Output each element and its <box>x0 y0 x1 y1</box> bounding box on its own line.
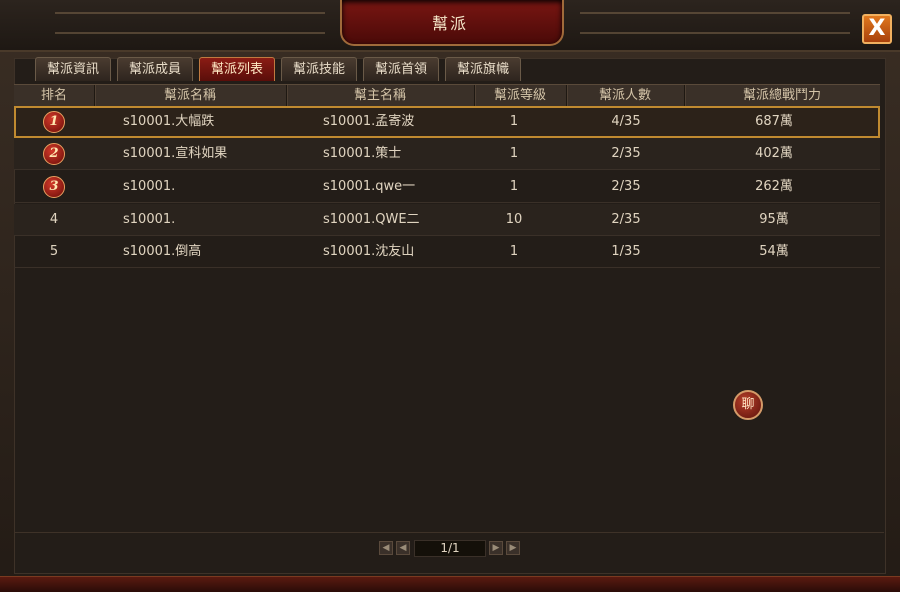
level-cell: 1 <box>509 114 519 129</box>
table-row[interactable]: 4 s10001. s10001.QWE二 10 2/35 95萬 <box>14 204 880 236</box>
rank-cell: 2 <box>39 138 69 169</box>
page-indicator: 1/1 <box>414 540 486 557</box>
guild-window: 幫派 X 幫派資訊 幫派成員 幫派列表 幫派技能 幫派首領 幫派旗幟 排名 幫派… <box>0 0 900 592</box>
rank-cell: 5 <box>49 244 59 259</box>
guild-name-cell: s10001.倒高 <box>123 244 202 259</box>
rank-badge: 2 <box>43 143 65 165</box>
game-hotbar <box>0 576 900 592</box>
power-cell: 54萬 <box>759 244 789 259</box>
column-header-level[interactable]: 幫派等級 <box>474 85 567 107</box>
level-cell: 1 <box>509 146 519 161</box>
level-cell: 1 <box>509 244 519 259</box>
table-row[interactable]: 5 s10001.倒高 s10001.沈友山 1 1/35 54萬 <box>14 236 880 268</box>
leader-name-cell: s10001.QWE二 <box>323 212 420 227</box>
members-cell: 4/35 <box>611 114 641 129</box>
window-title: 幫派 <box>431 14 468 33</box>
last-page-icon[interactable]: ▶ <box>506 541 520 555</box>
tab-guild-banner[interactable]: 幫派旗幟 <box>445 57 521 81</box>
next-page-icon[interactable]: ▶ <box>489 541 503 555</box>
rank-cell: 1 <box>39 106 69 137</box>
column-header-rank[interactable]: 排名 <box>14 85 95 107</box>
tab-guild-boss[interactable]: 幫派首領 <box>363 57 439 81</box>
prev-page-icon[interactable]: ◀ <box>396 541 410 555</box>
column-header-members[interactable]: 幫派人數 <box>566 85 685 107</box>
table-row[interactable]: 3 s10001. s10001.qwe一 1 2/35 262萬 <box>14 171 880 203</box>
power-cell: 262萬 <box>755 179 793 194</box>
leader-name-cell: s10001.qwe一 <box>323 179 416 194</box>
rank-cell: 3 <box>39 171 69 202</box>
members-cell: 2/35 <box>611 179 641 194</box>
column-header-guild-name[interactable]: 幫派名稱 <box>94 85 287 107</box>
chat-button[interactable]: 聊 <box>733 390 763 420</box>
tab-guild-info[interactable]: 幫派資訊 <box>35 57 111 81</box>
table-row[interactable]: 1 s10001.大幅跌 s10001.孟寄波 1 4/35 687萬 <box>14 106 880 138</box>
tab-guild-skills[interactable]: 幫派技能 <box>281 57 357 81</box>
power-cell: 687萬 <box>755 114 793 129</box>
table-header: 排名 幫派名稱 幫主名稱 幫派等級 幫派人數 幫派總戰鬥力 <box>14 84 880 108</box>
members-cell: 1/35 <box>611 244 641 259</box>
title-ornament-left <box>55 12 325 34</box>
leader-name-cell: s10001.沈友山 <box>323 244 415 259</box>
guild-name-cell: s10001.宣科如果 <box>123 146 228 161</box>
leader-name-cell: s10001.孟寄波 <box>323 114 415 129</box>
tab-guild-list[interactable]: 幫派列表 <box>199 57 275 81</box>
level-cell: 1 <box>509 179 519 194</box>
level-cell: 10 <box>505 212 523 227</box>
leader-name-cell: s10001.策士 <box>323 146 402 161</box>
power-cell: 95萬 <box>759 212 789 227</box>
power-cell: 402萬 <box>755 146 793 161</box>
table-row[interactable]: 2 s10001.宣科如果 s10001.策士 1 2/35 402萬 <box>14 138 880 170</box>
close-button[interactable]: X <box>862 14 892 44</box>
guild-name-cell: s10001. <box>123 212 176 227</box>
footer-divider <box>14 532 884 533</box>
members-cell: 2/35 <box>611 146 641 161</box>
title-ornament-right <box>580 12 850 34</box>
rank-cell: 4 <box>49 212 59 227</box>
rank-badge: 1 <box>43 111 65 133</box>
column-header-leader-name[interactable]: 幫主名稱 <box>286 85 475 107</box>
tab-guild-members[interactable]: 幫派成員 <box>117 57 193 81</box>
members-cell: 2/35 <box>611 212 641 227</box>
first-page-icon[interactable]: ◀ <box>379 541 393 555</box>
guild-name-cell: s10001.大幅跌 <box>123 114 215 129</box>
guild-name-cell: s10001. <box>123 179 176 194</box>
column-header-total-power[interactable]: 幫派總戰鬥力 <box>684 85 880 107</box>
rank-badge: 3 <box>43 176 65 198</box>
